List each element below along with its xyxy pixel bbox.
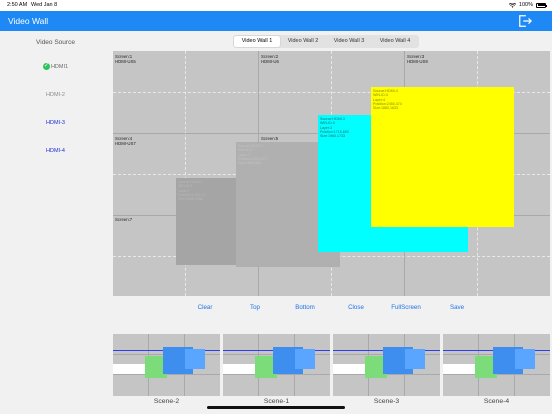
bottom-button[interactable]: Bottom bbox=[295, 304, 315, 311]
video-wall-canvas[interactable]: Screen:1 HDMI-US5 Screen:2 HDMI-U6 Screen:… bbox=[113, 51, 550, 296]
close-button[interactable]: Close bbox=[348, 304, 364, 311]
screen-label-5: Screen:5 bbox=[261, 136, 279, 141]
screen-label-2: Screen:2 HDMI-U6 bbox=[261, 54, 279, 64]
exit-icon[interactable] bbox=[518, 14, 532, 28]
status-date: Wed Jan 8 bbox=[31, 2, 58, 8]
check-icon: ✓ bbox=[42, 63, 50, 70]
scene-thumbnail-3[interactable] bbox=[333, 334, 440, 396]
status-right: 100% bbox=[508, 2, 547, 8]
tab-video-wall-1[interactable]: Video Wall 1 bbox=[234, 36, 280, 47]
scene-label-4: Scene-4 bbox=[483, 398, 510, 405]
tab-video-wall-2[interactable]: Video Wall 2 bbox=[280, 36, 326, 47]
screen-label-7: Screen:7 bbox=[115, 217, 133, 222]
clear-button[interactable]: Clear bbox=[198, 304, 213, 311]
screen-label-3: Screen:3 HDMI-US9 bbox=[407, 54, 428, 64]
battery-percent: 100% bbox=[518, 2, 533, 8]
scene-thumbnail-4[interactable] bbox=[443, 334, 550, 396]
status-time: 2:50 AM bbox=[7, 2, 28, 8]
source-window-4[interactable]: Source:HDMI-4 WIN-ID:4 Layer:4 Position:245… bbox=[371, 87, 514, 227]
scene-list: Scene-2 Scene-1 Scene-3 Scene-4 bbox=[113, 334, 550, 414]
tab-video-wall-3[interactable]: Video Wall 3 bbox=[326, 36, 372, 47]
video-wall-tabs: Video Wall 1 Video Wall 2 Video Wall 3 V… bbox=[233, 35, 419, 48]
status-bar: 2:50 AM Wed Jan 8 100% bbox=[0, 0, 552, 11]
scene-thumbnail-2[interactable] bbox=[223, 334, 330, 396]
tab-video-wall-4[interactable]: Video Wall 4 bbox=[372, 36, 418, 47]
source-item-hdmi3[interactable]: HDMI-3 bbox=[0, 120, 111, 126]
source-label: HDMI1 bbox=[50, 63, 69, 70]
video-source-sidebar: Video Source ✓ HDMI1 HDMI-2 HDMI-3 HDMI-4 bbox=[0, 31, 111, 414]
source-item-hdmi4[interactable]: HDMI-4 bbox=[0, 148, 111, 154]
save-button[interactable]: Save bbox=[450, 304, 464, 311]
screen-label-4: Screen:4 HDMI-US7 bbox=[115, 136, 136, 146]
scene-label-3: Scene-3 bbox=[373, 398, 400, 405]
wifi-icon bbox=[508, 2, 516, 8]
home-indicator[interactable] bbox=[207, 406, 345, 409]
battery-icon bbox=[536, 2, 547, 8]
top-button[interactable]: Top bbox=[250, 304, 260, 311]
scene-thumbnail-1[interactable] bbox=[113, 334, 220, 396]
scene-label-2: Scene-1 bbox=[263, 398, 290, 405]
fullscreen-button[interactable]: FullScreen bbox=[391, 304, 421, 311]
screen-label-1: Screen:1 HDMI-US5 bbox=[115, 54, 136, 64]
scene-label-1: Scene-2 bbox=[153, 398, 180, 405]
source-item-hdmi1[interactable]: ✓ HDMI1 bbox=[0, 63, 111, 70]
page-title: Video Wall bbox=[8, 16, 49, 26]
action-bar: Clear Top Bottom Close FullScreen Save bbox=[113, 304, 550, 316]
video-source-header: Video Source bbox=[36, 39, 75, 46]
source-item-hdmi2[interactable]: HDMI-2 bbox=[0, 92, 111, 98]
nav-bar: Video Wall bbox=[0, 11, 552, 31]
